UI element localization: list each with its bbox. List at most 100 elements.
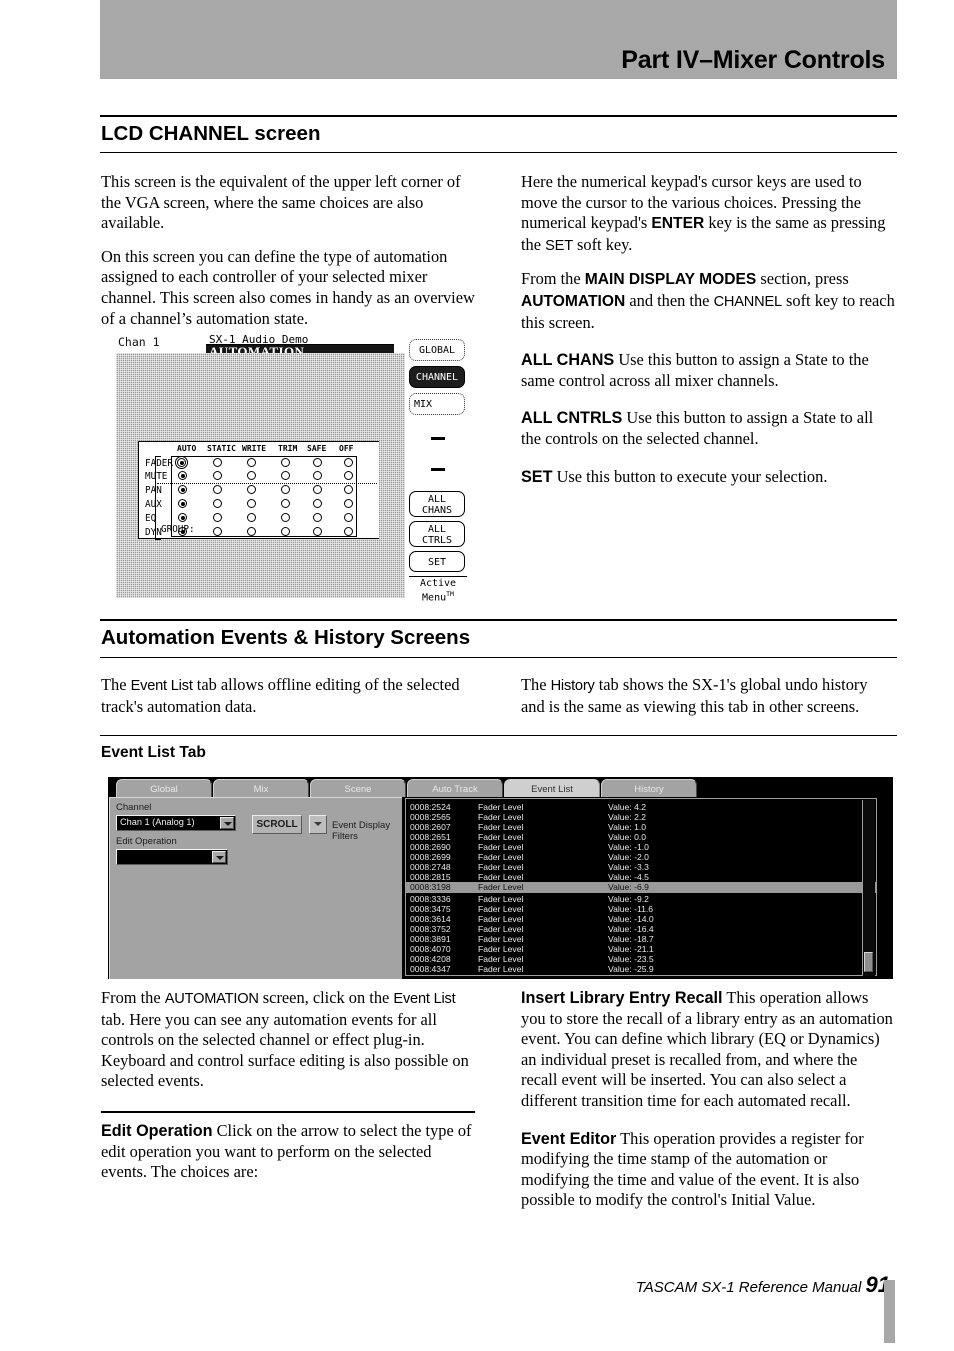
event-value: Value: -16.4 <box>608 924 654 934</box>
radio-fader-trim[interactable] <box>281 458 290 467</box>
chevron-down-icon[interactable] <box>212 851 226 863</box>
edit-operation-column: Edit Operation Click on the arrow to sel… <box>101 1121 475 1183</box>
event-list-scrollbar[interactable] <box>862 800 875 976</box>
tab-auto-track[interactable]: Auto Track <box>407 779 503 798</box>
radio-mute-write[interactable] <box>247 471 256 480</box>
radio-eq-safe[interactable] <box>313 513 322 522</box>
tab-global[interactable]: Global <box>116 779 212 798</box>
radio-dyn-trim[interactable] <box>281 527 290 536</box>
softkey-mix[interactable]: MIX <box>409 393 465 415</box>
radio-eq-off[interactable] <box>344 513 353 522</box>
radio-pan-off[interactable] <box>344 485 353 494</box>
keyword-enter: ENTER <box>651 215 705 233</box>
softkey-all-ctrls[interactable]: ALL CTRLS <box>409 521 465 547</box>
radio-dyn-off[interactable] <box>344 527 353 536</box>
tab-event-list[interactable]: Event List <box>504 779 600 798</box>
table-row[interactable]: MUTE <box>139 470 379 484</box>
event-value: Value: -4.5 <box>608 872 649 882</box>
radio-fader-safe[interactable] <box>313 458 322 467</box>
softkey-all-chans[interactable]: ALL CHANS <box>409 491 465 517</box>
heading-rule-bottom-events <box>100 657 897 658</box>
tab-history[interactable]: History <box>601 779 697 798</box>
event-param: Fader Level <box>478 812 524 822</box>
event-time: 0008:2524 <box>410 802 451 812</box>
table-row[interactable]: AUX <box>139 498 379 512</box>
chevron-down-icon[interactable] <box>220 817 234 829</box>
paragraph-set: SET Use this button to execute your sele… <box>521 467 895 488</box>
radio-pan-auto[interactable] <box>178 485 187 494</box>
heading-event-list-tab: Event List Tab <box>101 744 206 761</box>
column-header-trim: TRIM <box>278 444 298 453</box>
radio-eq-auto[interactable] <box>178 513 187 522</box>
paragraph-history-intro: The History tab shows the SX-1's global … <box>521 675 895 717</box>
radio-mute-auto[interactable] <box>178 471 187 480</box>
event-param: Fader Level <box>478 862 524 872</box>
softkey-global[interactable]: GLOBAL <box>409 339 465 361</box>
label-channel: Channel <box>116 802 152 813</box>
keyword-set: SET <box>545 237 573 254</box>
radio-aux-trim[interactable] <box>281 499 290 508</box>
softkey-blank-1[interactable] <box>431 437 445 440</box>
radio-pan-trim[interactable] <box>281 485 290 494</box>
radio-eq-static[interactable] <box>213 513 222 522</box>
edit-operation-select[interactable] <box>116 849 228 865</box>
radio-aux-static[interactable] <box>213 499 222 508</box>
softkey-set[interactable]: SET <box>409 551 465 572</box>
radio-aux-write[interactable] <box>247 499 256 508</box>
event-time: 0008:4070 <box>410 944 451 954</box>
radio-aux-off[interactable] <box>344 499 353 508</box>
scroll-button[interactable]: SCROLL <box>252 815 302 834</box>
row-label-aux: AUX <box>145 499 162 510</box>
event-value: Value: -18.7 <box>608 934 654 944</box>
event-time: 0008:2690 <box>410 842 451 852</box>
tab-scene[interactable]: Scene <box>310 779 406 798</box>
heading-lcd-channel-screen: LCD CHANNEL screen <box>101 122 321 145</box>
text-run: Use this button to execute your selectio… <box>552 466 828 486</box>
heading-rule-top-lcd <box>100 115 897 117</box>
running-header-band: Part IV–Mixer Controls <box>100 0 897 79</box>
table-row[interactable]: FADER <box>139 456 379 471</box>
radio-dyn-static[interactable] <box>213 527 222 536</box>
automation-state-matrix: AUTO STATIC WRITE TRIM SAFE OFF FADER MU… <box>138 441 379 540</box>
column-header-write: WRITE <box>242 444 267 453</box>
radio-fader-off[interactable] <box>344 458 353 467</box>
tab-mix[interactable]: Mix <box>213 779 309 798</box>
radio-aux-safe[interactable] <box>313 499 322 508</box>
radio-pan-safe[interactable] <box>313 485 322 494</box>
event-time: 0008:3891 <box>410 934 451 944</box>
table-row-selected[interactable]: 0008:3198 Fader Level Value: -6.9 <box>406 882 876 893</box>
radio-mute-trim[interactable] <box>281 471 290 480</box>
radio-fader-static[interactable] <box>213 458 222 467</box>
softkey-blank-2[interactable] <box>431 468 445 471</box>
radio-eq-trim[interactable] <box>281 513 290 522</box>
radio-eq-write[interactable] <box>247 513 256 522</box>
lcd-channel-screen-figure: Chan 1 SX-1 Audio Demo AUTOMATION AUTO S… <box>116 333 471 603</box>
radio-mute-safe[interactable] <box>313 471 322 480</box>
text-run: tab. Here you can see any automation eve… <box>101 1009 469 1091</box>
paragraph-all-cntrls: ALL CNTRLS Use this button to assign a S… <box>521 408 895 449</box>
radio-mute-static[interactable] <box>213 471 222 480</box>
event-list-controls-panel: Channel Chan 1 (Analog 1) Edit Operation… <box>109 797 402 979</box>
table-row[interactable]: PAN <box>139 484 379 498</box>
radio-mute-off[interactable] <box>344 471 353 480</box>
scrollbar-thumb[interactable] <box>864 952 873 972</box>
event-list-screen-figure: Global Mix Scene Auto Track Event List H… <box>108 777 893 979</box>
radio-aux-auto[interactable] <box>178 499 187 508</box>
column-header-auto: AUTO <box>177 444 197 453</box>
channel-select[interactable]: Chan 1 (Analog 1) <box>116 815 236 831</box>
text-run: screen, click on the <box>258 988 394 1007</box>
event-list-table[interactable]: 0008:2524 Fader Level Value: 4.2 0008:2565… <box>405 798 877 976</box>
event-param: Fader Level <box>478 822 524 832</box>
footer-thumb-mark <box>884 1280 895 1343</box>
radio-pan-write[interactable] <box>247 485 256 494</box>
radio-dyn-safe[interactable] <box>313 527 322 536</box>
paragraph-event-list-usage: From the AUTOMATION screen, click on the… <box>101 988 475 1092</box>
event-display-filters-toggle[interactable] <box>309 815 327 834</box>
table-row[interactable]: 0008:4347 Fader Level Value: -25.9 <box>406 964 864 975</box>
radio-dyn-write[interactable] <box>247 527 256 536</box>
softkey-channel[interactable]: CHANNEL <box>409 366 465 388</box>
radio-fader-auto[interactable] <box>175 456 188 469</box>
lcd-channel-label: Chan 1 <box>118 335 160 349</box>
radio-pan-static[interactable] <box>213 485 222 494</box>
radio-fader-write[interactable] <box>247 458 256 467</box>
